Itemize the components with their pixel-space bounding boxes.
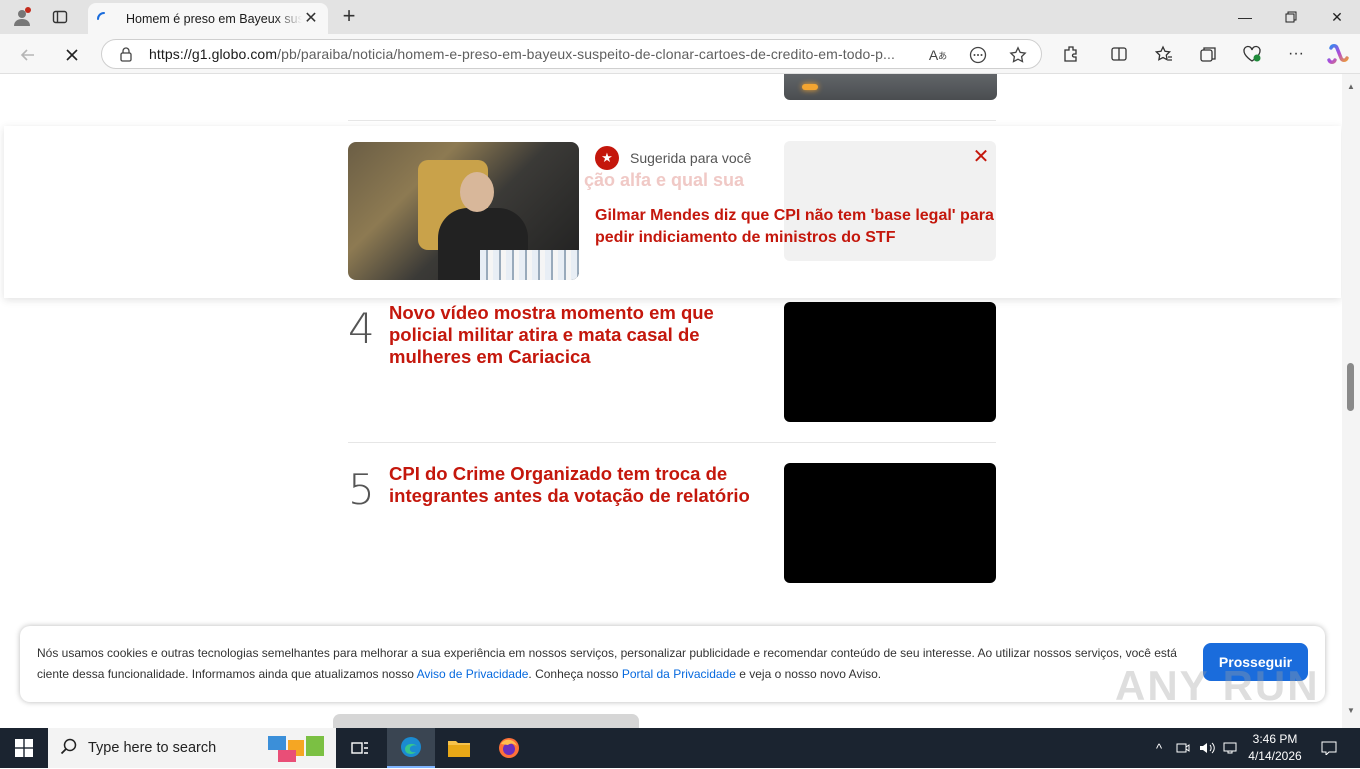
- favorite-star-icon[interactable]: [1008, 45, 1028, 65]
- system-clock[interactable]: 3:46 PM 4/14/2026: [1240, 731, 1310, 765]
- volume-icon[interactable]: [1197, 728, 1217, 768]
- back-button[interactable]: [14, 41, 42, 69]
- ranking-title-link[interactable]: Novo vídeo mostra momento em que policia…: [389, 302, 769, 368]
- scroll-down-icon[interactable]: ▼: [1346, 706, 1356, 715]
- collections-icon[interactable]: [1196, 42, 1220, 66]
- article-thumbnail-3[interactable]: [784, 74, 997, 100]
- settings-more-icon[interactable]: ···: [1284, 42, 1308, 66]
- tab-title: Homem é preso em Bayeux suspeito de clon…: [126, 11, 302, 26]
- search-icon: [60, 738, 80, 758]
- loading-icon: [96, 11, 112, 27]
- privacy-notice-link[interactable]: Aviso de Privacidade: [417, 667, 529, 681]
- stop-loading-button[interactable]: [58, 41, 86, 69]
- profile-icon[interactable]: [10, 5, 34, 29]
- clock-date: 4/14/2026: [1248, 749, 1302, 763]
- tab-actions-icon[interactable]: [48, 5, 72, 29]
- favorites-icon[interactable]: [1152, 42, 1176, 66]
- suggestion-image[interactable]: [348, 142, 579, 280]
- divider: [348, 442, 996, 443]
- anyrun-watermark: ANY RUN: [1115, 662, 1320, 709]
- firefox-icon[interactable]: [485, 728, 533, 768]
- show-hidden-icons[interactable]: ^: [1150, 728, 1168, 768]
- url-text: https://g1.globo.com/pb/paraiba/noticia/…: [149, 46, 895, 62]
- cookie-text: Nós usamos cookies e outras tecnologias …: [37, 646, 1177, 681]
- suggestion-label: Sugerida para você: [630, 150, 752, 166]
- copilot-icon[interactable]: [1326, 42, 1350, 66]
- browser-essentials-icon[interactable]: [1240, 42, 1264, 66]
- active-tab[interactable]: Homem é preso em Bayeux suspeito de clon…: [88, 3, 328, 34]
- notifications-icon[interactable]: [1318, 728, 1340, 768]
- more-tools-icon[interactable]: [968, 45, 988, 65]
- new-tab-button[interactable]: +: [338, 5, 360, 28]
- read-aloud-icon[interactable]: Aあ: [928, 45, 948, 65]
- start-button[interactable]: [0, 728, 48, 768]
- ranking-number: 5: [348, 465, 375, 514]
- scroll-up-icon[interactable]: ▲: [1346, 82, 1356, 91]
- search-placeholder: Type here to search: [88, 740, 217, 756]
- horizontal-scroll-area: [333, 714, 639, 728]
- meet-now-icon[interactable]: [1174, 728, 1192, 768]
- lock-icon[interactable]: [118, 46, 134, 62]
- divider: [348, 120, 996, 121]
- ranking-thumbnail[interactable]: [784, 463, 996, 583]
- restore-button[interactable]: [1268, 0, 1314, 34]
- extensions-icon[interactable]: [1059, 42, 1083, 66]
- file-explorer-icon[interactable]: [435, 728, 483, 768]
- ranking-number: 4: [348, 304, 375, 353]
- privacy-portal-link[interactable]: Portal da Privacidade: [622, 667, 736, 681]
- windows-taskbar: Type here to search ^ 3:46 PM 4/14/2026: [0, 728, 1360, 768]
- search-highlight-icon[interactable]: [266, 732, 328, 764]
- edge-taskbar-icon[interactable]: [387, 728, 435, 768]
- minimize-button[interactable]: —: [1222, 0, 1268, 34]
- suggestion-popup: ção alfa e qual sua ★ Sugerida para você…: [4, 126, 1341, 298]
- page-viewport: 4 Novo vídeo mostra momento em que polic…: [0, 74, 1342, 728]
- address-bar[interactable]: https://g1.globo.com/pb/paraiba/noticia/…: [101, 39, 1042, 69]
- background-headline-fragment: ção alfa e qual sua: [584, 170, 745, 190]
- scrollbar-thumb[interactable]: [1347, 363, 1354, 411]
- tab-close-icon[interactable]: ✕: [302, 10, 320, 28]
- split-screen-icon[interactable]: [1107, 42, 1131, 66]
- vertical-scrollbar[interactable]: ▲ ▼: [1342, 74, 1360, 728]
- close-window-button[interactable]: ✕: [1314, 0, 1360, 34]
- clock-time: 3:46 PM: [1252, 732, 1298, 746]
- tab-bar: Homem é preso em Bayeux suspeito de clon…: [0, 0, 1360, 34]
- suggestion-title-link[interactable]: Gilmar Mendes diz que CPI não tem 'base …: [595, 205, 1000, 249]
- close-icon[interactable]: ✕: [972, 147, 990, 167]
- browser-toolbar: https://g1.globo.com/pb/paraiba/noticia/…: [0, 34, 1360, 74]
- star-icon: ★: [595, 146, 619, 170]
- taskbar-search[interactable]: Type here to search: [48, 728, 336, 768]
- network-icon[interactable]: [1221, 728, 1241, 768]
- ranking-thumbnail[interactable]: [784, 302, 996, 422]
- ranking-title-link[interactable]: CPI do Crime Organizado tem troca de int…: [389, 463, 769, 507]
- task-view-icon[interactable]: [336, 728, 384, 768]
